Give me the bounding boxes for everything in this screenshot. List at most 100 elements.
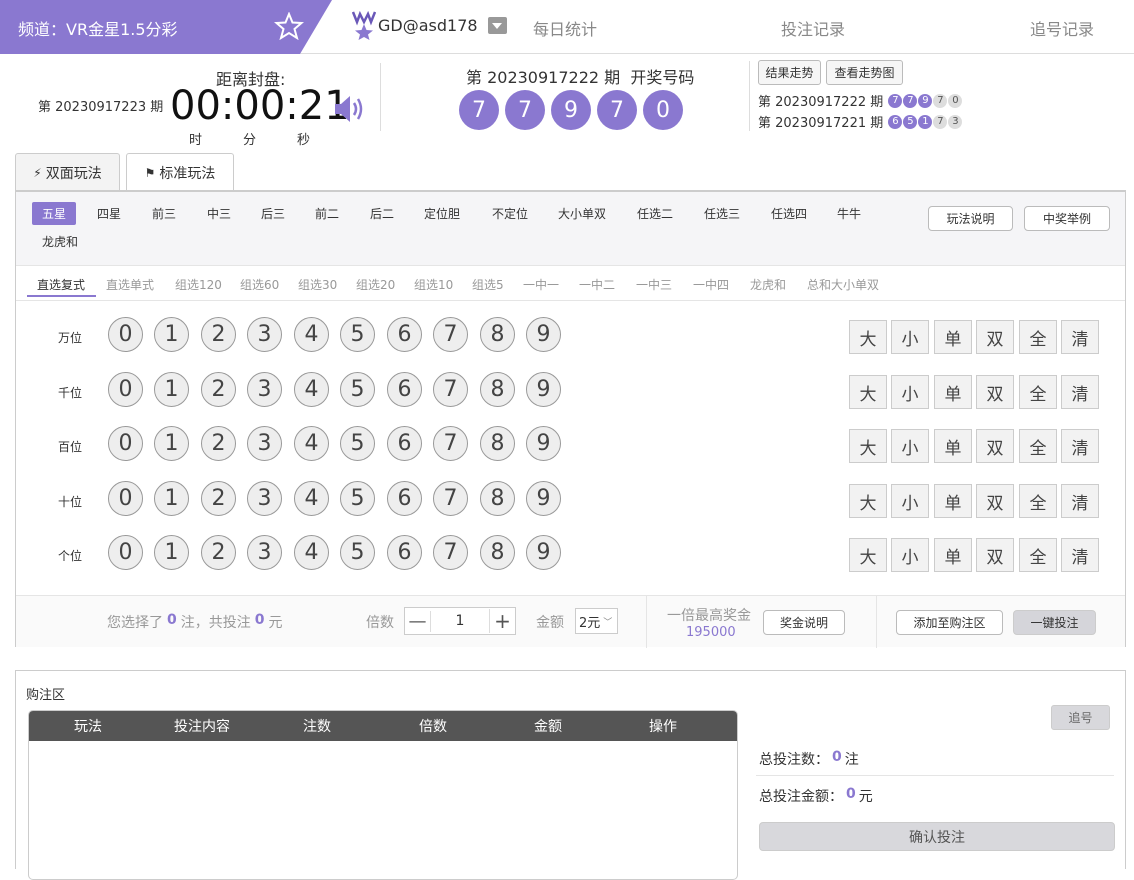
digit-ball[interactable]: 5 — [340, 317, 375, 352]
result-trend-button[interactable]: 结果走势 — [758, 60, 821, 85]
add-to-cart-button[interactable]: 添加至购注区 — [896, 610, 1003, 635]
digit-ball[interactable]: 8 — [480, 372, 515, 407]
quick-select-button[interactable]: 大 — [849, 320, 887, 354]
digit-ball[interactable]: 1 — [154, 317, 189, 352]
quick-select-button[interactable]: 双 — [976, 375, 1014, 409]
quick-select-button[interactable]: 清 — [1061, 429, 1099, 463]
sub-tab[interactable]: 一中四 — [693, 276, 729, 293]
digit-ball[interactable]: 0 — [108, 481, 143, 516]
mode-tab[interactable]: 牛牛 — [827, 202, 871, 225]
digit-ball[interactable]: 3 — [247, 372, 282, 407]
quick-select-button[interactable]: 单 — [934, 538, 972, 572]
mode-tab[interactable]: 不定位 — [482, 202, 538, 225]
quick-select-button[interactable]: 清 — [1061, 375, 1099, 409]
sub-tab[interactable]: 龙虎和 — [750, 276, 786, 293]
digit-ball[interactable]: 0 — [108, 317, 143, 352]
quick-select-button[interactable]: 双 — [976, 484, 1014, 518]
quick-select-button[interactable]: 小 — [891, 484, 929, 518]
digit-ball[interactable]: 7 — [433, 317, 468, 352]
quick-select-button[interactable]: 大 — [849, 538, 887, 572]
digit-ball[interactable]: 6 — [387, 426, 422, 461]
quick-select-button[interactable]: 清 — [1061, 320, 1099, 354]
quick-select-button[interactable]: 小 — [891, 375, 929, 409]
mode-tab[interactable]: 中三 — [197, 202, 241, 225]
digit-ball[interactable]: 2 — [201, 535, 236, 570]
nav-daily-stats[interactable]: 每日统计 — [533, 16, 597, 40]
decrease-button[interactable]: — — [405, 610, 431, 632]
mode-tab[interactable]: 后二 — [360, 202, 404, 225]
mode-tab[interactable]: 任选四 — [761, 202, 817, 225]
quick-select-button[interactable]: 大 — [849, 375, 887, 409]
digit-ball[interactable]: 8 — [480, 481, 515, 516]
increase-button[interactable]: + — [489, 609, 515, 633]
mode-tab[interactable]: 定位胆 — [414, 202, 470, 225]
mode-tab[interactable]: 任选二 — [627, 202, 683, 225]
quick-select-button[interactable]: 全 — [1019, 320, 1057, 354]
quick-select-button[interactable]: 全 — [1019, 429, 1057, 463]
quick-bet-button[interactable]: 一键投注 — [1013, 610, 1096, 635]
quick-select-button[interactable]: 双 — [976, 538, 1014, 572]
digit-ball[interactable]: 2 — [201, 317, 236, 352]
mode-tab[interactable]: 前二 — [305, 202, 349, 225]
digit-ball[interactable]: 3 — [247, 426, 282, 461]
sub-tab[interactable]: 组选60 — [240, 276, 279, 293]
digit-ball[interactable]: 7 — [433, 535, 468, 570]
digit-ball[interactable]: 6 — [387, 372, 422, 407]
quick-select-button[interactable]: 全 — [1019, 538, 1057, 572]
digit-ball[interactable]: 3 — [247, 317, 282, 352]
sub-tab[interactable]: 总和大小单双 — [807, 276, 879, 293]
mode-tab[interactable]: 大小单双 — [548, 202, 616, 225]
user-dropdown-icon[interactable] — [488, 17, 507, 34]
digit-ball[interactable]: 4 — [294, 481, 329, 516]
digit-ball[interactable]: 7 — [433, 426, 468, 461]
sub-tab[interactable]: 一中二 — [579, 276, 615, 293]
digit-ball[interactable]: 1 — [154, 426, 189, 461]
digit-ball[interactable]: 1 — [154, 481, 189, 516]
digit-ball[interactable]: 5 — [340, 481, 375, 516]
mode-tab[interactable]: 后三 — [251, 202, 295, 225]
digit-ball[interactable]: 2 — [201, 372, 236, 407]
sub-tab[interactable]: 一中三 — [636, 276, 672, 293]
sound-icon[interactable] — [332, 93, 366, 125]
digit-ball[interactable]: 2 — [201, 481, 236, 516]
digit-ball[interactable]: 4 — [294, 317, 329, 352]
digit-ball[interactable]: 9 — [526, 535, 561, 570]
multiple-input[interactable]: 1 — [431, 613, 489, 629]
mode-tab[interactable]: 任选三 — [694, 202, 750, 225]
sub-tab[interactable]: 一中一 — [523, 276, 559, 293]
digit-ball[interactable]: 2 — [201, 426, 236, 461]
digit-ball[interactable]: 9 — [526, 372, 561, 407]
digit-ball[interactable]: 4 — [294, 535, 329, 570]
sub-tab[interactable]: 组选30 — [298, 276, 337, 293]
mode-tab[interactable]: 前三 — [142, 202, 186, 225]
quick-select-button[interactable]: 清 — [1061, 538, 1099, 572]
quick-select-button[interactable]: 大 — [849, 484, 887, 518]
digit-ball[interactable]: 8 — [480, 535, 515, 570]
digit-ball[interactable]: 6 — [387, 535, 422, 570]
money-select[interactable]: 2元 ﹀ — [575, 608, 618, 634]
quick-select-button[interactable]: 小 — [891, 538, 929, 572]
nav-bet-records[interactable]: 投注记录 — [781, 16, 845, 40]
quick-select-button[interactable]: 双 — [976, 429, 1014, 463]
sub-tab[interactable]: 组选20 — [356, 276, 395, 293]
user-menu[interactable]: GD@asd178 — [352, 10, 478, 40]
sub-tab[interactable]: 直选单式 — [106, 276, 154, 293]
quick-select-button[interactable]: 双 — [976, 320, 1014, 354]
rules-button[interactable]: 玩法说明 — [928, 206, 1013, 231]
quick-select-button[interactable]: 单 — [934, 429, 972, 463]
quick-select-button[interactable]: 单 — [934, 320, 972, 354]
mode-tab[interactable]: 五星 — [32, 202, 77, 225]
tab-standard[interactable]: ⚑ 标准玩法 — [126, 153, 234, 192]
quick-select-button[interactable]: 全 — [1019, 375, 1057, 409]
win-example-button[interactable]: 中奖举例 — [1024, 206, 1110, 231]
digit-ball[interactable]: 7 — [433, 481, 468, 516]
trend-chart-button[interactable]: 查看走势图 — [826, 60, 903, 85]
quick-select-button[interactable]: 小 — [891, 320, 929, 354]
sub-tab[interactable]: 组选5 — [472, 276, 504, 293]
mode-tab[interactable]: 龙虎和 — [32, 230, 88, 253]
digit-ball[interactable]: 9 — [526, 481, 561, 516]
digit-ball[interactable]: 1 — [154, 372, 189, 407]
digit-ball[interactable]: 3 — [247, 481, 282, 516]
quick-select-button[interactable]: 大 — [849, 429, 887, 463]
sub-tab[interactable]: 组选10 — [414, 276, 453, 293]
